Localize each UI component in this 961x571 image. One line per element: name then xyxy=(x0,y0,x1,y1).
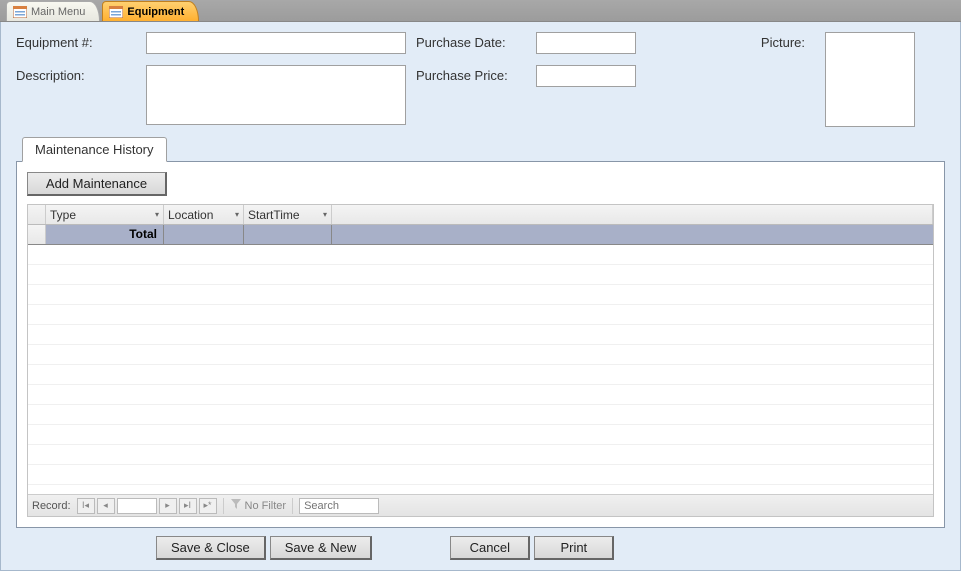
last-record-icon: ▸I xyxy=(184,500,191,511)
description-label: Description: xyxy=(16,65,136,83)
new-record-icon: ▸* xyxy=(204,500,212,511)
print-button[interactable]: Print xyxy=(534,536,614,560)
record-search-input[interactable] xyxy=(299,498,379,514)
datasheet-body[interactable] xyxy=(28,245,933,494)
save-close-button[interactable]: Save & Close xyxy=(156,536,266,560)
chevron-down-icon: ▾ xyxy=(323,210,327,219)
add-maintenance-button[interactable]: Add Maintenance xyxy=(27,172,167,196)
column-header-type-label: Type xyxy=(50,208,76,222)
column-header-location[interactable]: Location ▾ xyxy=(164,205,244,224)
picture-label: Picture: xyxy=(646,32,815,50)
nav-separator xyxy=(292,498,293,514)
filter-indicator-label: No Filter xyxy=(245,500,287,512)
tab-main-menu[interactable]: Main Menu xyxy=(6,1,100,21)
form-icon xyxy=(13,6,27,18)
purchase-price-label: Purchase Price: xyxy=(416,65,526,83)
save-new-button[interactable]: Save & New xyxy=(270,536,373,560)
tab-equipment[interactable]: Equipment xyxy=(102,1,199,21)
purchase-date-input[interactable] xyxy=(536,32,636,54)
total-empty-cell xyxy=(332,225,933,244)
column-header-location-label: Location xyxy=(168,208,213,222)
form-icon xyxy=(109,6,123,18)
total-label-cell: Total xyxy=(46,225,164,244)
select-all-corner[interactable] xyxy=(28,205,46,224)
record-number-input[interactable] xyxy=(117,498,157,514)
next-record-icon: ▸ xyxy=(165,500,170,511)
column-header-type[interactable]: Type ▾ xyxy=(46,205,164,224)
nav-first-button[interactable]: I◂ xyxy=(77,498,95,514)
column-header-empty xyxy=(332,205,933,224)
first-record-icon: I◂ xyxy=(82,500,89,511)
description-input[interactable] xyxy=(146,65,406,125)
sub-tab-row: Maintenance History xyxy=(22,137,945,162)
nav-last-button[interactable]: ▸I xyxy=(179,498,197,514)
total-location-cell xyxy=(164,225,244,244)
row-selector[interactable] xyxy=(28,225,46,244)
tab-maintenance-history[interactable]: Maintenance History xyxy=(22,137,167,162)
form-footer-buttons: Save & Close Save & New Cancel Print xyxy=(16,528,945,560)
form-window: Main Menu Equipment Equipment #: Purchas… xyxy=(0,0,961,571)
chevron-down-icon: ▾ xyxy=(155,210,159,219)
column-header-starttime[interactable]: StartTime ▾ xyxy=(244,205,332,224)
datasheet-header: Type ▾ Location ▾ StartTime ▾ xyxy=(28,205,933,225)
cancel-button[interactable]: Cancel xyxy=(450,536,530,560)
equipment-number-input[interactable] xyxy=(146,32,406,54)
nav-new-button[interactable]: ▸* xyxy=(199,498,217,514)
record-navigator: Record: I◂ ◂ ▸ ▸I ▸* xyxy=(28,494,933,516)
column-header-starttime-label: StartTime xyxy=(248,208,300,222)
purchase-date-label: Purchase Date: xyxy=(416,32,526,50)
tab-main-menu-label: Main Menu xyxy=(31,6,85,18)
datasheet-total-row: Total xyxy=(28,225,933,245)
nav-next-button[interactable]: ▸ xyxy=(159,498,177,514)
maintenance-subform: Add Maintenance Type ▾ Location ▾ StartT… xyxy=(16,161,945,528)
filter-icon xyxy=(230,498,242,513)
prev-record-icon: ◂ xyxy=(103,500,108,511)
equipment-form-body: Equipment #: Purchase Date: Picture: Des… xyxy=(0,22,961,571)
nav-prev-button[interactable]: ◂ xyxy=(97,498,115,514)
document-tab-bar: Main Menu Equipment xyxy=(0,0,961,22)
top-fields: Equipment #: Purchase Date: Picture: Des… xyxy=(16,32,945,127)
record-nav-label: Record: xyxy=(32,500,71,512)
total-starttime-cell xyxy=(244,225,332,244)
filter-indicator[interactable]: No Filter xyxy=(230,498,287,513)
tab-equipment-label: Equipment xyxy=(127,6,184,18)
maintenance-datasheet: Type ▾ Location ▾ StartTime ▾ Tota xyxy=(27,204,934,517)
picture-box[interactable] xyxy=(825,32,915,127)
equipment-number-label: Equipment #: xyxy=(16,32,136,50)
purchase-price-input[interactable] xyxy=(536,65,636,87)
chevron-down-icon: ▾ xyxy=(235,210,239,219)
nav-separator xyxy=(223,498,224,514)
